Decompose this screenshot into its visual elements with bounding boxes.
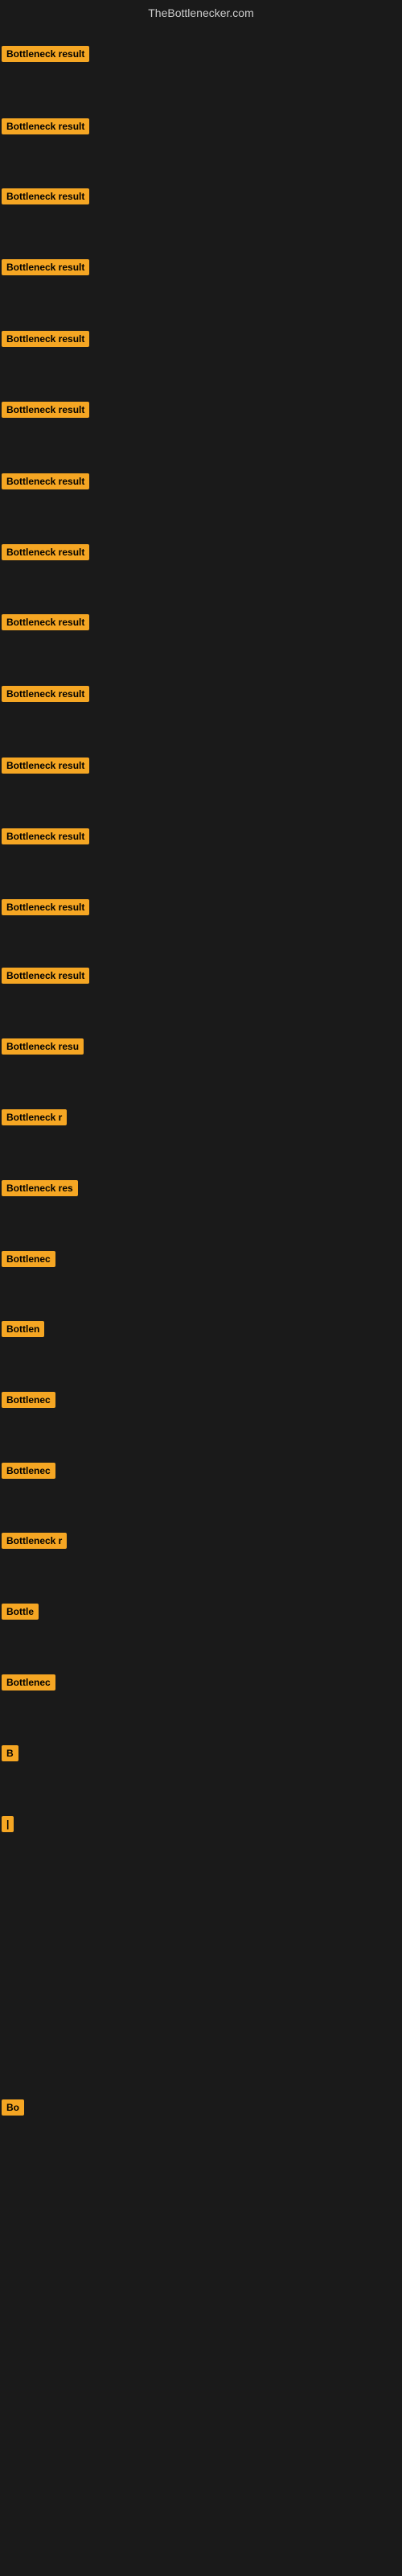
bottleneck-badge-11[interactable]: Bottleneck result bbox=[2, 758, 89, 774]
bottleneck-badge-5[interactable]: Bottleneck result bbox=[2, 331, 89, 347]
bottleneck-badge-7[interactable]: Bottleneck result bbox=[2, 473, 89, 489]
bottleneck-badge-3[interactable]: Bottleneck result bbox=[2, 188, 89, 204]
bottleneck-badge-20[interactable]: Bottlenec bbox=[2, 1392, 55, 1408]
bottleneck-badge-2[interactable]: Bottleneck result bbox=[2, 118, 89, 134]
bottleneck-badge-4[interactable]: Bottleneck result bbox=[2, 259, 89, 275]
bottleneck-badge-1[interactable]: Bottleneck result bbox=[2, 46, 89, 62]
bottleneck-badge-26[interactable]: | bbox=[2, 1816, 14, 1832]
bottleneck-badge-18[interactable]: Bottlenec bbox=[2, 1251, 55, 1267]
bottleneck-badge-24[interactable]: Bottlenec bbox=[2, 1674, 55, 1690]
site-title: TheBottlenecker.com bbox=[148, 6, 254, 19]
bottleneck-badge-22[interactable]: Bottleneck r bbox=[2, 1533, 67, 1549]
bottleneck-badge-23[interactable]: Bottle bbox=[2, 1604, 39, 1620]
bottleneck-badge-15[interactable]: Bottleneck resu bbox=[2, 1038, 84, 1055]
bottleneck-badge-21[interactable]: Bottlenec bbox=[2, 1463, 55, 1479]
bottleneck-badge-12[interactable]: Bottleneck result bbox=[2, 828, 89, 844]
bottleneck-badge-17[interactable]: Bottleneck res bbox=[2, 1180, 78, 1196]
bottleneck-badge-14[interactable]: Bottleneck result bbox=[2, 968, 89, 984]
bottleneck-badge-9[interactable]: Bottleneck result bbox=[2, 614, 89, 630]
bottleneck-badge-19[interactable]: Bottlen bbox=[2, 1321, 44, 1337]
bottleneck-badge-8[interactable]: Bottleneck result bbox=[2, 544, 89, 560]
bottleneck-badge-10[interactable]: Bottleneck result bbox=[2, 686, 89, 702]
bottleneck-badge-13[interactable]: Bottleneck result bbox=[2, 899, 89, 915]
bottleneck-badge-27[interactable]: Bo bbox=[2, 2099, 24, 2116]
bottleneck-badge-16[interactable]: Bottleneck r bbox=[2, 1109, 67, 1125]
bottleneck-badge-6[interactable]: Bottleneck result bbox=[2, 402, 89, 418]
bottleneck-badge-25[interactable]: B bbox=[2, 1745, 18, 1761]
